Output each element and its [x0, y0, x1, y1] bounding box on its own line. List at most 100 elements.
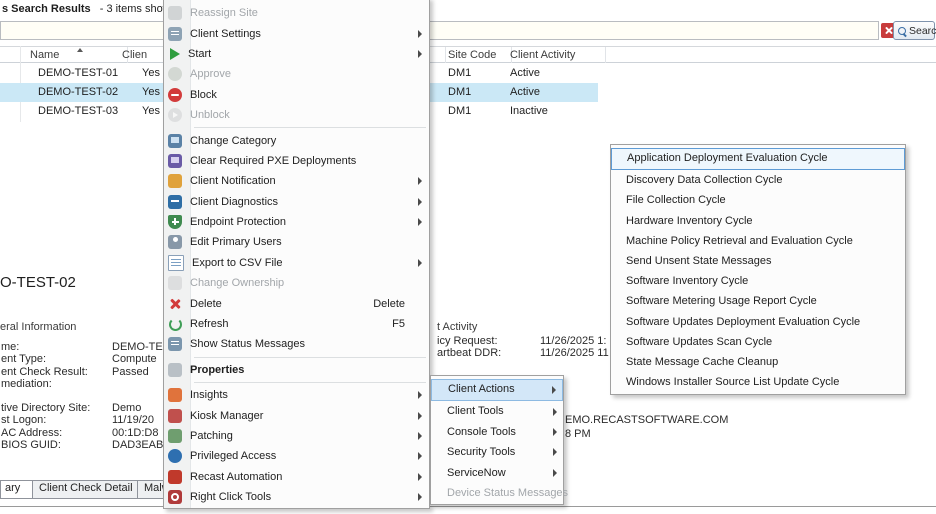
search-button-label: Search — [909, 25, 936, 37]
menu-item-privileged-access[interactable]: Privileged Access — [164, 446, 429, 466]
submenu-arrow-icon — [552, 386, 556, 394]
action-software-inventory-cycle[interactable]: Software Inventory Cycle — [611, 271, 905, 291]
submenu-item-label: Console Tools — [447, 426, 516, 438]
menu-item-show-status-messages[interactable]: Show Status Messages — [164, 334, 429, 354]
table-row[interactable]: DEMO-TEST-01 Yes DM1 Active — [0, 64, 936, 83]
submenu-arrow-icon — [418, 198, 422, 206]
results-list: DEMO-TEST-01 Yes DM1 Active DEMO-TEST-02… — [0, 64, 936, 121]
tab-client-check-detail[interactable]: Client Check Detail — [32, 480, 149, 499]
action-hardware-inventory-cycle[interactable]: Hardware Inventory Cycle — [611, 211, 905, 231]
menu-item-label: Reassign Site — [190, 7, 258, 19]
menu-item-label: Delete — [190, 298, 222, 310]
results-title: s Search Results — [2, 3, 91, 15]
action-machine-policy-retrieval-and-evaluation-cycle[interactable]: Machine Policy Retrieval and Evaluation … — [611, 231, 905, 251]
field-label: mediation: — [1, 378, 52, 390]
menu-item-label: Show Status Messages — [190, 338, 305, 350]
column-name[interactable]: Name — [20, 47, 128, 63]
section-general-information: eral Information — [0, 321, 76, 333]
menu-item-reassign-site: Reassign Site — [164, 3, 429, 23]
section-client-activity: t Activity — [437, 321, 477, 333]
column-client-label: Clien — [122, 49, 147, 61]
field-value: 00:1D:D8 — [112, 427, 158, 439]
column-client-activity-label: Client Activity — [510, 49, 575, 61]
menu-item-patching[interactable]: Patching — [164, 426, 429, 446]
menu-item-client-settings[interactable]: Client Settings — [164, 23, 429, 43]
submenu-arrow-icon — [418, 391, 422, 399]
submenu-item-console-tools[interactable]: Console Tools — [431, 422, 563, 442]
table-row[interactable]: DEMO-TEST-03 Yes DM1 Inactive — [0, 102, 936, 121]
cell-client: Yes — [117, 83, 160, 102]
menu-item-delete[interactable]: Delete Delete — [164, 293, 429, 313]
menu-item-label: Change Ownership — [190, 277, 284, 289]
menu-item-block[interactable]: Block — [164, 85, 429, 105]
column-icon[interactable] — [0, 47, 21, 63]
client-settings-icon — [168, 27, 182, 41]
right-click-tools-icon — [168, 490, 182, 504]
menu-item-export-to-csv-file[interactable]: Export to CSV File — [164, 253, 429, 273]
submenu-arrow-icon — [553, 469, 557, 477]
menu-item-kiosk-manager[interactable]: Kiosk Manager — [164, 405, 429, 425]
show-status-messages-icon — [168, 337, 182, 351]
action-discovery-data-collection-cycle[interactable]: Discovery Data Collection Cycle — [611, 170, 905, 190]
submenu-arrow-icon — [553, 408, 557, 416]
delete-icon — [168, 297, 182, 311]
menu-item-client-diagnostics[interactable]: Client Diagnostics — [164, 192, 429, 212]
search-input[interactable] — [0, 21, 879, 40]
menu-item-label: Export to CSV File — [192, 257, 282, 269]
menu-item-approve: Approve — [164, 64, 429, 84]
field-label: st Logon: — [1, 414, 46, 426]
submenu-item-client-actions[interactable]: Client Actions — [431, 379, 563, 401]
menu-item-label: Edit Primary Users — [190, 236, 282, 248]
menu-item-label: Client Settings — [190, 28, 261, 40]
menu-item-edit-primary-users[interactable]: Edit Primary Users — [164, 232, 429, 252]
menu-item-recast-automation[interactable]: Recast Automation — [164, 467, 429, 487]
action-windows-installer-source-list-update-cycle[interactable]: Windows Installer Source List Update Cyc… — [611, 372, 905, 392]
menu-item-properties[interactable]: Properties — [164, 360, 429, 380]
table-row-selected[interactable]: DEMO-TEST-02 Yes DM1 Active — [0, 83, 936, 102]
field-value: Passed — [112, 366, 149, 378]
privileged-access-icon — [168, 449, 182, 463]
submenu-arrow-icon — [418, 259, 422, 267]
action-software-updates-scan-cycle[interactable]: Software Updates Scan Cycle — [611, 332, 905, 352]
client-actions-submenu: Application Deployment Evaluation Cycle … — [610, 144, 906, 395]
field-label: BIOS GUID: — [1, 439, 61, 451]
action-software-metering-usage-report-cycle[interactable]: Software Metering Usage Report Cycle — [611, 291, 905, 311]
search-icon — [898, 27, 906, 35]
action-send-unsent-state-messages[interactable]: Send Unsent State Messages — [611, 251, 905, 271]
right-click-tools-submenu: Client Actions Client Tools Console Tool… — [430, 375, 564, 505]
submenu-item-client-tools[interactable]: Client Tools — [431, 401, 563, 421]
action-file-collection-cycle[interactable]: File Collection Cycle — [611, 190, 905, 210]
field-label: ent Check Result: — [1, 366, 88, 378]
action-state-message-cache-cleanup[interactable]: State Message Cache Cleanup — [611, 352, 905, 372]
search-button[interactable]: Search — [893, 21, 935, 40]
cell-activity: Active — [503, 83, 605, 102]
menu-item-shortcut: Delete — [373, 298, 429, 310]
menu-item-endpoint-protection[interactable]: Endpoint Protection — [164, 212, 429, 232]
menu-item-shortcut: F5 — [392, 318, 429, 330]
menu-item-label: Insights — [190, 389, 228, 401]
client-diagnostics-icon — [168, 195, 182, 209]
submenu-item-servicenow[interactable]: ServiceNow — [431, 463, 563, 483]
context-menu: Reassign Site Client Settings Start Appr… — [163, 0, 430, 509]
field-value: DEMO-TE — [112, 341, 163, 353]
endpoint-protection-icon — [168, 215, 182, 229]
menu-item-label: Kiosk Manager — [190, 410, 263, 422]
menu-item-refresh[interactable]: Refresh F5 — [164, 314, 429, 334]
menu-item-start[interactable]: Start — [164, 44, 429, 64]
block-icon — [168, 88, 182, 102]
submenu-item-security-tools[interactable]: Security Tools — [431, 442, 563, 462]
column-client-activity[interactable]: Client Activity — [503, 47, 606, 63]
menu-item-clear-required-pxe-deployments[interactable]: Clear Required PXE Deployments — [164, 151, 429, 171]
export-csv-icon — [168, 255, 184, 271]
menu-item-client-notification[interactable]: Client Notification — [164, 171, 429, 191]
edit-primary-users-icon — [168, 235, 182, 249]
menu-item-right-click-tools[interactable]: Right Click Tools — [164, 487, 429, 507]
field-value: Demo — [112, 402, 141, 414]
menu-item-change-category[interactable]: Change Category — [164, 130, 429, 150]
column-site-code[interactable]: Site Code — [440, 47, 512, 63]
menu-item-insights[interactable]: Insights — [164, 385, 429, 405]
recast-automation-icon — [168, 470, 182, 484]
action-software-updates-deployment-evaluation-cycle[interactable]: Software Updates Deployment Evaluation C… — [611, 312, 905, 332]
action-application-deployment-evaluation-cycle[interactable]: Application Deployment Evaluation Cycle — [611, 148, 905, 170]
field-label: me: — [1, 341, 19, 353]
